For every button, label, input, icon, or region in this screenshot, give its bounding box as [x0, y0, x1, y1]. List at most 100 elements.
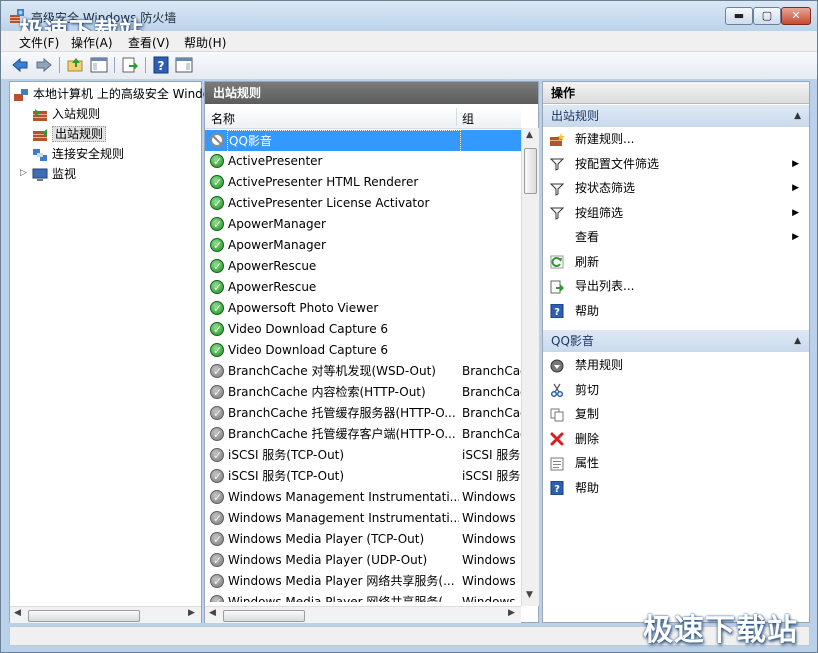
- filter-icon: [549, 203, 565, 225]
- column-divider[interactable]: [456, 108, 457, 126]
- outbound-rules-icon: [33, 128, 47, 141]
- tree-item-monitoring[interactable]: 监视: [32, 165, 76, 183]
- rule-row[interactable]: ApowerRescue: [205, 256, 521, 277]
- rule-row[interactable]: ApowerRescue: [205, 277, 521, 298]
- connection-security-icon: [33, 148, 47, 161]
- tree-item-outbound[interactable]: 出站规则: [32, 125, 107, 143]
- action-item[interactable]: ? 帮助: [549, 477, 805, 499]
- rule-row[interactable]: Video Download Capture 6: [205, 340, 521, 361]
- forward-icon[interactable]: [35, 56, 53, 74]
- action-item[interactable]: 导出列表...: [549, 275, 805, 297]
- tree-item-inbound[interactable]: 入站规则: [32, 105, 100, 123]
- action-label: 按组筛选: [575, 205, 624, 220]
- rule-row[interactable]: iSCSI 服务(TCP-Out) iSCSI 服务: [205, 445, 521, 466]
- close-button[interactable]: ✕: [781, 7, 811, 25]
- action-label: 导出列表...: [575, 279, 635, 293]
- action-item[interactable]: ? 帮助: [549, 300, 805, 322]
- submenu-arrow-icon: ▶: [792, 158, 799, 169]
- tree-horizontal-scrollbar[interactable]: ◀ ▶: [10, 606, 201, 623]
- scroll-thumb[interactable]: [524, 148, 537, 194]
- collapse-up-icon[interactable]: ▲: [794, 330, 801, 352]
- show-action-pane-icon[interactable]: [175, 56, 193, 74]
- tree-item-label: 入站规则: [52, 107, 101, 121]
- tree-item-connection-security[interactable]: 连接安全规则: [32, 145, 124, 163]
- rule-row[interactable]: Windows Media Player 网络共享服务(... Windows: [205, 592, 521, 602]
- rules-horizontal-scrollbar[interactable]: ◀ ▶: [205, 606, 521, 623]
- action-item[interactable]: 属性: [549, 452, 805, 474]
- action-label: 帮助: [575, 303, 600, 318]
- rule-row[interactable]: ApowerManager: [205, 214, 521, 235]
- show-tree-icon[interactable]: [90, 56, 108, 74]
- action-item[interactable]: 新建规则...: [549, 128, 805, 150]
- scroll-up-icon[interactable]: ▲: [526, 130, 533, 140]
- scroll-right-icon[interactable]: ▶: [188, 608, 195, 618]
- actions-pane: 操作 出站规则 ▲ 新建规则... 按配置文件筛选 ▶ 按状态筛选 ▶ 按组筛选 ▶ 查看 ▶ 刷…: [542, 81, 810, 623]
- action-item[interactable]: 查看 ▶: [549, 226, 805, 248]
- rule-row[interactable]: ActivePresenter HTML Renderer: [205, 172, 521, 193]
- rule-row[interactable]: Apowersoft Photo Viewer: [205, 298, 521, 319]
- toolbar-separator: [114, 57, 115, 73]
- action-item[interactable]: 禁用规则: [549, 354, 805, 376]
- minimize-button[interactable]: ▬: [725, 7, 753, 25]
- rule-row[interactable]: ActivePresenter License Activator: [205, 193, 521, 214]
- collapse-up-icon[interactable]: ▲: [794, 105, 801, 127]
- export-icon[interactable]: [121, 56, 139, 74]
- section-selected-rule[interactable]: QQ影音 ▲: [543, 330, 809, 352]
- maximize-button[interactable]: ▢: [753, 7, 781, 25]
- rule-row[interactable]: iSCSI 服务(TCP-Out) iSCSI 服务: [205, 466, 521, 487]
- column-group[interactable]: 组: [462, 110, 474, 127]
- rule-row[interactable]: QQ影音: [205, 130, 521, 153]
- copy-icon: [549, 404, 565, 426]
- scroll-thumb[interactable]: [223, 610, 305, 622]
- rule-row[interactable]: BranchCache 对等机发现(WSD-Out) BranchCac: [205, 361, 521, 382]
- scroll-left-icon[interactable]: ◀: [209, 608, 216, 618]
- title-bar[interactable]: 高级安全 Windows 防火墙 极速下载站 ▬ ▢ ✕: [1, 1, 817, 45]
- scroll-left-icon[interactable]: ◀: [14, 608, 21, 618]
- action-item[interactable]: 删除: [549, 428, 805, 450]
- back-icon[interactable]: [11, 56, 29, 74]
- rule-row[interactable]: Video Download Capture 6: [205, 319, 521, 340]
- action-label: 剪切: [575, 382, 600, 397]
- help-icon[interactable]: ?: [152, 56, 170, 74]
- action-item[interactable]: 复制: [549, 403, 805, 425]
- rule-row[interactable]: ApowerManager: [205, 235, 521, 256]
- scroll-down-icon[interactable]: ▼: [526, 590, 533, 600]
- rules-pane-header: 出站规则: [205, 82, 538, 104]
- rule-row[interactable]: Windows Management Instrumentati...Windo…: [205, 487, 521, 508]
- rule-name: BranchCache 托管缓存客户端(HTTP-O...: [228, 427, 456, 441]
- tree-item-label: 监视: [52, 167, 77, 181]
- action-item[interactable]: 按状态筛选 ▶: [549, 177, 805, 199]
- action-label: 查看: [575, 230, 600, 244]
- column-name[interactable]: 名称: [211, 110, 235, 127]
- rule-name: BranchCache 内容检索(HTTP-Out): [228, 385, 426, 399]
- rule-row[interactable]: Windows Management Instrumentati...Windo…: [205, 508, 521, 529]
- menu-action[interactable]: 操作(A): [71, 34, 113, 51]
- rule-name: ApowerRescue: [228, 280, 317, 294]
- scroll-right-icon[interactable]: ▶: [508, 608, 515, 618]
- up-folder-icon[interactable]: [67, 56, 85, 74]
- rule-row[interactable]: Windows Media Player (TCP-Out) Windows: [205, 529, 521, 550]
- enabled-rule-icon: [210, 151, 224, 172]
- rule-row[interactable]: Windows Media Player 网络共享服务(... Windows: [205, 571, 521, 592]
- rules-vertical-scrollbar[interactable]: ▲ ▼: [521, 128, 539, 606]
- rule-name: ApowerManager: [228, 238, 326, 252]
- action-item[interactable]: 按组筛选 ▶: [549, 202, 805, 224]
- rule-row[interactable]: BranchCache 托管缓存客户端(HTTP-O... BranchCac: [205, 424, 521, 445]
- enabled-rule-icon: [210, 298, 224, 319]
- action-item[interactable]: 剪切: [549, 379, 805, 401]
- enabled-rule-icon: [210, 256, 224, 277]
- rule-row[interactable]: BranchCache 托管缓存服务器(HTTP-O... BranchCac: [205, 403, 521, 424]
- menu-view[interactable]: 查看(V): [128, 34, 170, 51]
- expand-arrow-icon[interactable]: ▷: [20, 168, 27, 178]
- rule-row[interactable]: BranchCache 内容检索(HTTP-Out) BranchCac: [205, 382, 521, 403]
- rule-row[interactable]: Windows Media Player (UDP-Out) Windows: [205, 550, 521, 571]
- menu-file[interactable]: 文件(F): [19, 34, 59, 51]
- action-item[interactable]: 刷新: [549, 251, 805, 273]
- rule-row[interactable]: ActivePresenter: [205, 151, 521, 172]
- disabled-rule-icon: [210, 571, 224, 592]
- menu-help[interactable]: 帮助(H): [184, 34, 226, 51]
- action-item[interactable]: 按配置文件筛选 ▶: [549, 153, 805, 175]
- scroll-thumb[interactable]: [28, 610, 140, 622]
- menu-bar: 文件(F) 操作(A) 查看(V) 帮助(H): [1, 31, 817, 52]
- section-outbound-rules[interactable]: 出站规则 ▲: [543, 105, 809, 127]
